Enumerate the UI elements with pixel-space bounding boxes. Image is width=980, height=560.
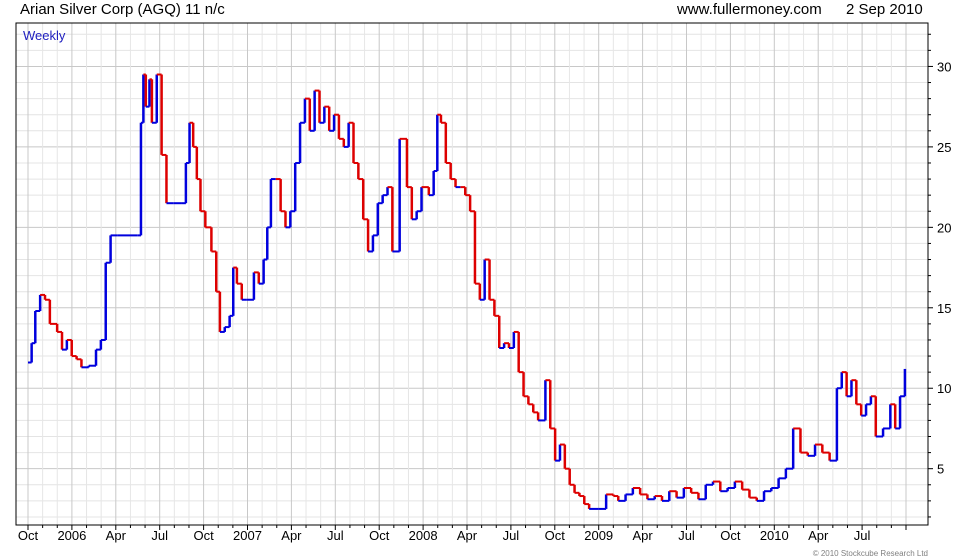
- y-axis: 5 10 15 20 25 30: [928, 33, 951, 518]
- x-tick-label: Jul: [503, 528, 520, 543]
- x-tick-label: 2010: [760, 528, 789, 543]
- x-tick-label: Apr: [632, 528, 653, 543]
- x-tick-label: 2007: [233, 528, 262, 543]
- x-tick-label: Oct: [545, 528, 566, 543]
- x-tick-label: 2006: [57, 528, 86, 543]
- copyright-note: © 2010 Stockcube Research Ltd: [813, 549, 928, 558]
- x-tick-label: Apr: [281, 528, 302, 543]
- y-tick-label: 15: [937, 301, 951, 316]
- y-tick-label: 30: [937, 59, 951, 74]
- x-tick-label: Jul: [151, 528, 168, 543]
- x-tick-label: Apr: [106, 528, 127, 543]
- y-tick-label: 10: [937, 381, 951, 396]
- x-axis: Oct 2006 Apr Jul Oct 2007 Apr Jul Oct 2008 Apr Jul O…: [18, 525, 907, 543]
- x-tick-label: Jul: [678, 528, 695, 543]
- x-tick-label: Oct: [369, 528, 390, 543]
- x-tick-label: Jul: [327, 528, 344, 543]
- price-chart: Weekly 5 10 15 20 25 30 Oct 2006 Apr Jul Oct 2007 A…: [15, 22, 951, 558]
- x-tick-label: Oct: [193, 528, 214, 543]
- x-tick-label: Jul: [854, 528, 871, 543]
- x-tick-label: Apr: [457, 528, 478, 543]
- y-tick-label: 20: [937, 220, 951, 235]
- frequency-label: Weekly: [23, 28, 66, 43]
- y-tick-label: 25: [937, 140, 951, 155]
- x-tick-label: 2009: [584, 528, 613, 543]
- x-tick-label: Oct: [720, 528, 741, 543]
- x-tick-label: Oct: [18, 528, 39, 543]
- x-tick-label: Apr: [808, 528, 829, 543]
- x-tick-label: 2008: [409, 528, 438, 543]
- y-tick-label: 5: [937, 462, 944, 477]
